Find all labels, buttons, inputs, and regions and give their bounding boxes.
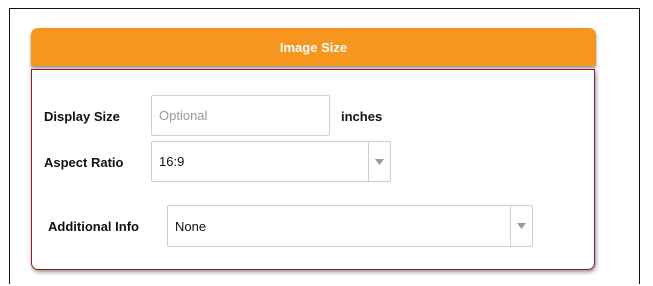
chevron-down-icon[interactable] bbox=[368, 142, 390, 181]
aspect-ratio-select[interactable]: 16:9 bbox=[151, 141, 391, 182]
display-size-unit: inches bbox=[341, 109, 383, 124]
additional-info-label: Additional Info bbox=[48, 219, 139, 234]
additional-info-select[interactable]: None bbox=[167, 205, 533, 247]
additional-info-value: None bbox=[175, 218, 207, 234]
display-size-label: Display Size bbox=[44, 109, 120, 124]
display-size-input[interactable] bbox=[151, 95, 330, 136]
panel-title: Image Size bbox=[279, 39, 348, 55]
chevron-down-icon[interactable] bbox=[510, 206, 532, 246]
aspect-ratio-value: 16:9 bbox=[159, 154, 185, 169]
aspect-ratio-label: Aspect Ratio bbox=[44, 155, 124, 170]
panel-header[interactable]: Image Size bbox=[31, 28, 596, 66]
